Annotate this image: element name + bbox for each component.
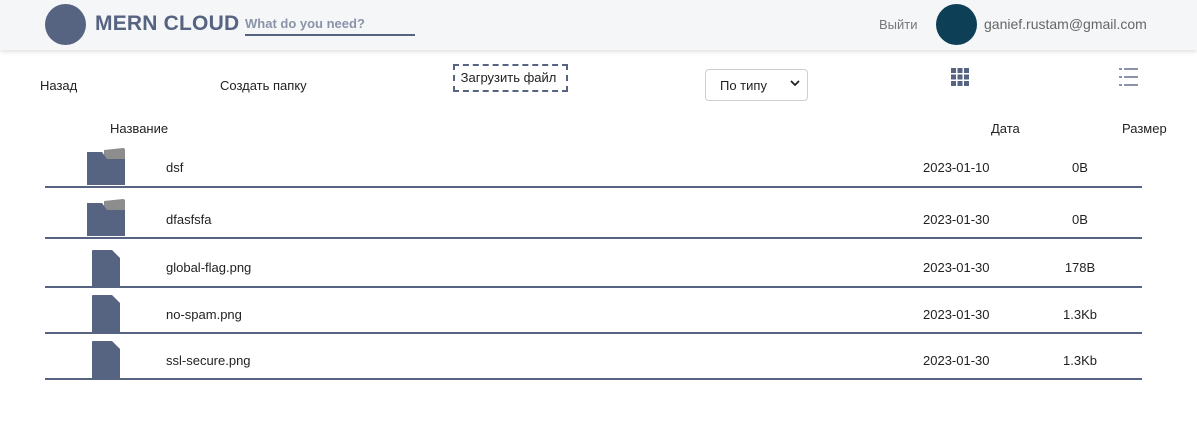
- table-row[interactable]: ssl-secure.png 2023-01-30 1.3Kb: [45, 333, 1142, 380]
- brand-title: MERN CLOUD: [95, 12, 240, 35]
- sort-select-value: По типу: [720, 78, 767, 93]
- sort-select[interactable]: По типу: [705, 69, 808, 101]
- file-icon: [92, 341, 120, 379]
- file-date: 2023-01-30: [923, 212, 990, 227]
- file-date: 2023-01-30: [923, 307, 990, 322]
- grid-icon[interactable]: [951, 68, 969, 86]
- user-email: ganief.rustam@gmail.com: [984, 16, 1147, 32]
- list-icon[interactable]: [1119, 67, 1138, 87]
- avatar[interactable]: [936, 4, 977, 45]
- file-size: 0B: [1072, 160, 1088, 175]
- file-name: dsf: [166, 160, 184, 175]
- file-size: 0B: [1072, 212, 1088, 227]
- back-button[interactable]: Назад: [40, 78, 77, 93]
- file-size: 178B: [1064, 260, 1096, 275]
- file-date: 2023-01-30: [923, 260, 990, 275]
- header-size: Размер: [1122, 121, 1167, 136]
- folder-icon: [87, 199, 125, 236]
- chevron-down-icon: [790, 80, 800, 86]
- folder-icon: [87, 148, 125, 185]
- logout-button[interactable]: Выйти: [879, 17, 918, 32]
- table-row[interactable]: dsf 2023-01-10 0B: [45, 141, 1142, 188]
- file-name: no-spam.png: [166, 307, 242, 322]
- table-row[interactable]: dfasfsfa 2023-01-30 0B: [45, 192, 1142, 239]
- file-date: 2023-01-30: [923, 353, 990, 368]
- search-input[interactable]: [245, 12, 415, 36]
- file-name: dfasfsfa: [166, 212, 212, 227]
- header-name: Название: [110, 121, 169, 136]
- upload-file-button[interactable]: Загрузить файл: [453, 64, 568, 92]
- file-icon: [92, 250, 120, 288]
- header-date: Дата: [991, 121, 1020, 136]
- navbar: MERN CLOUD Выйти ganief.rustam@gmail.com: [0, 0, 1197, 50]
- file-size: 1.3Kb: [1063, 307, 1097, 322]
- file-name: global-flag.png: [166, 260, 252, 275]
- logo-icon: [45, 4, 86, 45]
- file-size: 1.3Kb: [1063, 353, 1097, 368]
- file-date: 2023-01-10: [923, 160, 990, 175]
- file-name: ssl-secure.png: [166, 353, 251, 368]
- table-row[interactable]: global-flag.png 2023-01-30 178B: [45, 241, 1142, 288]
- create-folder-button[interactable]: Создать папку: [220, 78, 307, 93]
- table-row[interactable]: no-spam.png 2023-01-30 1.3Kb: [45, 287, 1142, 334]
- file-icon: [92, 295, 120, 333]
